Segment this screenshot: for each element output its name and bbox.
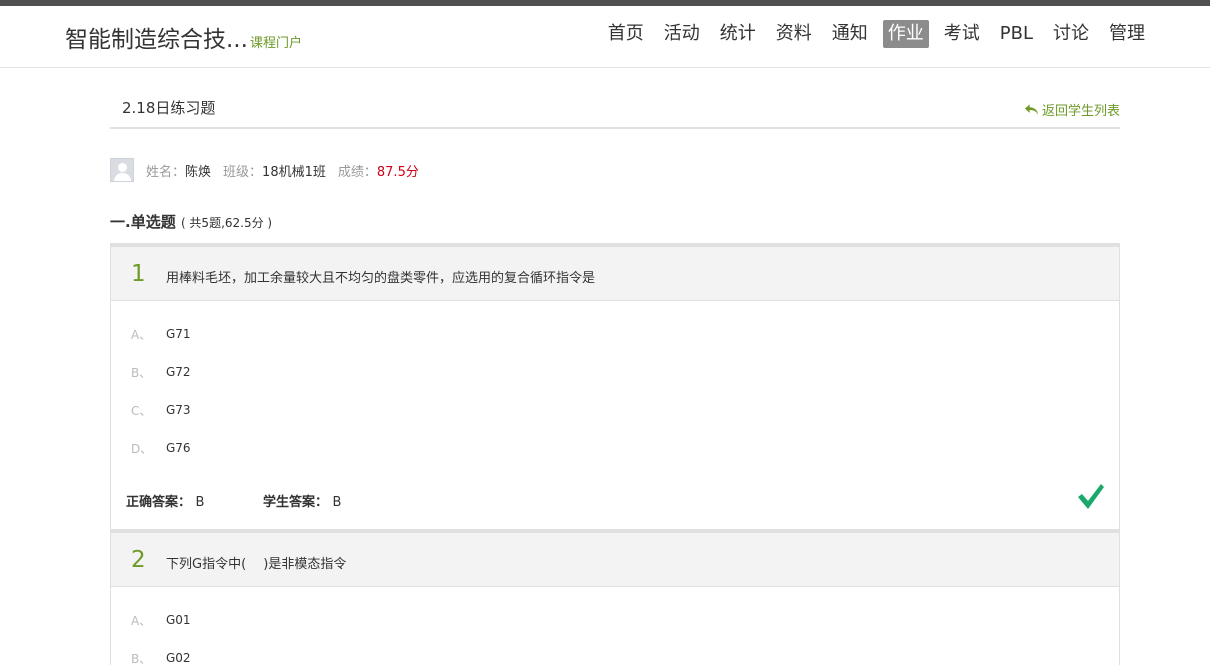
back-to-student-list-link[interactable]: 返回学生列表 (1024, 100, 1120, 119)
option-text: G73 (166, 403, 191, 417)
student-answer-label: 学生答案： (263, 495, 329, 510)
option-text: G02 (166, 651, 191, 665)
course-title[interactable]: 智能制造综合技... (65, 20, 248, 54)
question-card: 1 用棒料毛坯，加工余量较大且不均匀的盘类零件，应选用的复合循环指令是 A、 G… (110, 243, 1120, 532)
nav-notice[interactable]: 通知 (827, 20, 873, 48)
class-label: 班级： (223, 164, 263, 180)
question-text: 用棒料毛坯，加工余量较大且不均匀的盘类零件，应选用的复合循环指令是 (166, 271, 596, 286)
correct-answer-value: B (195, 495, 205, 510)
option-letter: D、 (131, 441, 153, 456)
question-options: A、 G71 B、 G72 C、 G73 D、 G76 (111, 301, 1119, 467)
main-nav: 首页 活动 统计 资料 通知 作业 考试 PBL 讨论 管理 (593, 20, 1150, 48)
score-label: 成绩： (337, 164, 377, 180)
option-text: G76 (166, 441, 191, 455)
option-letter: B、 (131, 651, 152, 665)
option-item: D、 G76 (111, 429, 1119, 467)
option-text: G71 (166, 327, 191, 341)
question-text: 下列G指令中( )是非模态指令 (166, 557, 347, 572)
nav-activity[interactable]: 活动 (659, 20, 705, 48)
section-name: 一.单选题 (110, 213, 176, 231)
option-item: A、 G71 (111, 315, 1119, 353)
assignment-title: 2.18日练习题 (122, 99, 216, 117)
student-answer-value: B (332, 495, 342, 510)
option-item: B、 G02 (111, 639, 1119, 665)
nav-discussion[interactable]: 讨论 (1048, 20, 1094, 48)
option-item: A、 G01 (111, 601, 1119, 639)
correct-answer: 正确答案： B (126, 491, 204, 510)
nav-homework[interactable]: 作业 (882, 20, 929, 48)
back-link-label: 返回学生列表 (1041, 104, 1120, 119)
section-title: 一.单选题 ( 共5题,62.5分 ) (110, 211, 272, 232)
student-score: 87.5分 (376, 164, 419, 180)
option-item: B、 G72 (111, 353, 1119, 391)
question-header: 1 用棒料毛坯，加工余量较大且不均匀的盘类零件，应选用的复合循环指令是 (111, 244, 1119, 301)
nav-pbl[interactable]: PBL (995, 20, 1038, 48)
main-content: 2.18日练习题 返回学生列表 姓名： 陈焕 班级： 18机械1班 成绩： 87… (110, 68, 1120, 665)
option-letter: A、 (131, 327, 152, 342)
reply-arrow-icon (1024, 103, 1039, 115)
student-answer: 学生答案： B (263, 491, 341, 510)
student-class: 18机械1班 (262, 164, 326, 180)
brand: 智能制造综合技... 课程门户 (65, 20, 302, 54)
answer-row: 正确答案： B 学生答案： B (111, 467, 1119, 531)
option-item: C、 G73 (111, 391, 1119, 429)
option-text: G72 (166, 365, 191, 379)
nav-exam[interactable]: 考试 (939, 20, 985, 48)
option-letter: C、 (131, 403, 152, 418)
correct-answer-label: 正确答案： (126, 495, 192, 510)
option-letter: B、 (131, 365, 152, 380)
header: 智能制造综合技... 课程门户 首页 活动 统计 资料 通知 作业 考试 PBL… (0, 6, 1210, 68)
nav-statistics[interactable]: 统计 (715, 20, 761, 48)
name-label: 姓名： (146, 164, 186, 180)
student-name: 陈焕 (185, 164, 212, 180)
nav-materials[interactable]: 资料 (771, 20, 817, 48)
avatar (110, 158, 134, 182)
question-number: 1 (131, 261, 146, 287)
student-info: 姓名： 陈焕 班级： 18机械1班 成绩： 87.5分 (110, 158, 419, 182)
section-meta: ( 共5题,62.5分 ) (180, 216, 273, 230)
question-options: A、 G01 B、 G02 (111, 587, 1119, 665)
nav-manage[interactable]: 管理 (1104, 20, 1150, 48)
nav-home[interactable]: 首页 (603, 20, 649, 48)
question-card: 2 下列G指令中( )是非模态指令 A、 G01 B、 G02 (110, 529, 1120, 665)
option-text: G01 (166, 613, 191, 627)
question-header: 2 下列G指令中( )是非模态指令 (111, 530, 1119, 587)
question-number: 2 (131, 547, 146, 573)
option-letter: A、 (131, 613, 152, 628)
course-portal-link[interactable]: 课程门户 (250, 32, 302, 51)
check-icon (1078, 484, 1104, 509)
assignment-title-row: 2.18日练习题 返回学生列表 (110, 68, 1120, 129)
